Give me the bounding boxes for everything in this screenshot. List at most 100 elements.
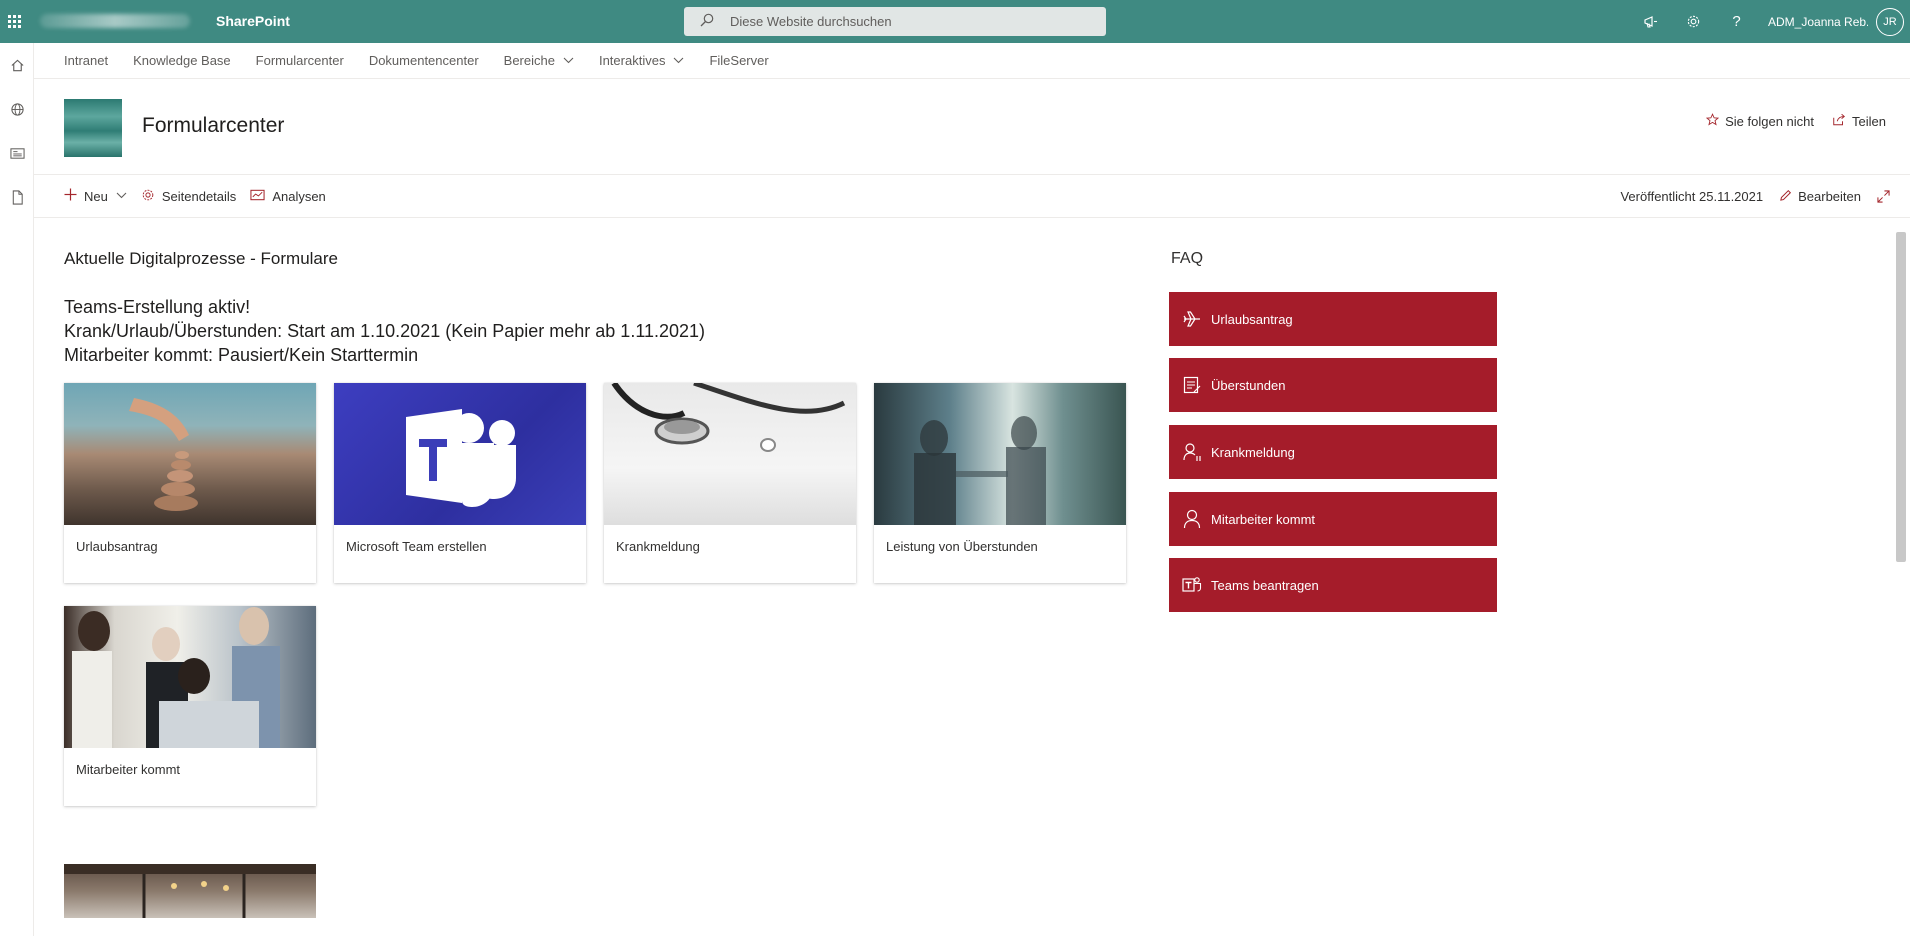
plus-icon xyxy=(64,188,77,204)
command-bar: Neu Seitendetails Analysen Veröffentlich… xyxy=(34,175,1910,218)
hubnav-item-fileserver[interactable]: FileServer xyxy=(709,53,768,68)
hubnav-item-label: FileServer xyxy=(709,53,769,68)
hubnav-item-label: Intranet xyxy=(64,53,109,68)
airplane-icon xyxy=(1181,310,1203,328)
hubnav-item-intranet[interactable]: Intranet xyxy=(64,53,108,68)
faq-button-label: Mitarbeiter kommt xyxy=(1211,511,1316,527)
faq-button-label: Überstunden xyxy=(1211,377,1286,393)
card-krankmeldung[interactable]: Krankmeldung xyxy=(604,380,856,583)
site-logo[interactable] xyxy=(64,99,122,157)
news-icon[interactable] xyxy=(0,131,34,175)
card-label: Leistung von Überstunden xyxy=(886,539,1038,554)
chevron-down-icon xyxy=(563,56,574,66)
announcement-line: Teams-Erstellung aktiv! xyxy=(64,297,251,317)
hubnav-item-bereiche[interactable]: Bereiche xyxy=(504,53,574,68)
hubnav-item-label: Dokumentencenter xyxy=(368,53,479,68)
person-icon xyxy=(1181,509,1203,529)
faq-title: FAQ xyxy=(1171,250,1204,267)
faq-button-teams-beantragen[interactable]: Teams beantragen xyxy=(1169,558,1497,612)
edit-label: Bearbeiten xyxy=(1798,189,1861,204)
card-image-stethoscope xyxy=(604,380,856,525)
section-title: Aktuelle Digitalprozesse - Formulare xyxy=(64,249,338,268)
card-label: Mitarbeiter kommt xyxy=(76,762,181,777)
analytics-label: Analysen xyxy=(272,188,326,204)
hub-navigation: Intranet Knowledge Base Formularcenter D… xyxy=(34,43,1910,79)
hubnav-item-knowledge-base[interactable]: Knowledge Base xyxy=(133,53,231,68)
chevron-down-icon xyxy=(116,191,127,201)
card-image-teams-logo xyxy=(334,383,586,525)
card-label: Krankmeldung xyxy=(616,539,700,554)
share-icon xyxy=(1832,113,1846,129)
card-image-coworkers xyxy=(64,606,316,748)
megaphone-icon[interactable] xyxy=(1629,0,1672,43)
card-image-stones xyxy=(64,383,316,525)
card-microsoft-team-erstellen[interactable]: Microsoft Team erstellen xyxy=(334,383,586,583)
announcement-text: Teams-Erstellung aktiv! Krank/Urlaub/Übe… xyxy=(64,295,705,367)
faq-button-label: Krankmeldung xyxy=(1211,444,1295,460)
waffle-icon xyxy=(7,15,21,28)
card-urlaubsantrag[interactable]: Urlaubsantrag xyxy=(64,383,316,583)
share-button[interactable]: Teilen xyxy=(1832,113,1886,129)
timesheet-icon xyxy=(1181,376,1203,394)
faq-button-label: Teams beantragen xyxy=(1211,577,1319,593)
chevron-down-icon xyxy=(673,56,684,66)
page-details-label: Seitendetails xyxy=(161,188,237,204)
search-box[interactable] xyxy=(684,7,1106,36)
user-name[interactable]: ADM_Joanna Reb... xyxy=(1768,15,1868,29)
gear-icon xyxy=(141,188,155,205)
share-label: Teilen xyxy=(1852,113,1886,129)
follow-button[interactable]: Sie folgen nicht xyxy=(1705,113,1815,129)
hubnav-item-label: Formularcenter xyxy=(255,53,344,68)
document-icon[interactable] xyxy=(0,175,34,219)
hubnav-item-formularcenter[interactable]: Formularcenter xyxy=(256,53,344,68)
avatar[interactable]: JR xyxy=(1876,7,1904,36)
site-header: Formularcenter Sie folgen nicht Teilen xyxy=(34,80,1910,175)
faq-button-urlaubsantrag[interactable]: Urlaubsantrag xyxy=(1169,292,1497,346)
search-icon xyxy=(700,13,720,30)
published-status: Veröffentlicht 25.11.2021 xyxy=(1620,189,1764,204)
analytics-button[interactable]: Analysen xyxy=(250,188,326,204)
announcement-line: Mitarbeiter kommt: Pausiert/Kein Startte… xyxy=(64,345,419,365)
page-scrollbar[interactable] xyxy=(1896,232,1906,562)
hubnav-item-dokumentencenter[interactable]: Dokumentencenter xyxy=(369,53,479,68)
card-label: Urlaubsantrag xyxy=(76,539,158,554)
card-label: Microsoft Team erstellen xyxy=(346,539,487,554)
expand-icon[interactable] xyxy=(1877,190,1890,203)
card-image-office xyxy=(64,864,316,918)
card-leistung-von-ueberstunden[interactable]: Leistung von Überstunden xyxy=(874,383,1126,583)
faq-button-mitarbeiter-kommt[interactable]: Mitarbeiter kommt xyxy=(1169,492,1497,546)
edit-button[interactable]: Bearbeiten xyxy=(1779,189,1861,205)
header-actions: Sie folgen nicht Teilen xyxy=(1688,113,1886,129)
card-partial[interactable] xyxy=(64,864,316,918)
organization-logo[interactable] xyxy=(40,14,190,28)
app-launcher-button[interactable] xyxy=(0,0,28,43)
analytics-icon xyxy=(250,188,265,204)
search-input[interactable] xyxy=(730,14,1090,29)
hubnav-item-interaktives[interactable]: Interaktives xyxy=(599,53,684,68)
app-name[interactable]: SharePoint xyxy=(216,13,290,29)
help-icon[interactable]: ? xyxy=(1715,0,1758,43)
card-mitarbeiter-kommt[interactable]: Mitarbeiter kommt xyxy=(64,606,316,806)
new-label: Neu xyxy=(84,188,108,204)
app-bar xyxy=(0,43,34,936)
command-bar-right: Veröffentlicht 25.11.2021 Bearbeiten xyxy=(1604,175,1890,218)
hubnav-item-label: Knowledge Base xyxy=(133,53,231,68)
new-button[interactable]: Neu xyxy=(64,188,127,204)
globe-icon[interactable] xyxy=(0,87,34,131)
page-title[interactable]: Formularcenter xyxy=(142,114,284,138)
card-image-handshake xyxy=(874,383,1126,525)
faq-button-ueberstunden[interactable]: Überstunden xyxy=(1169,358,1497,412)
page-details-button[interactable]: Seitendetails xyxy=(141,188,236,205)
pencil-icon xyxy=(1779,189,1792,205)
hubnav-item-label: Bereiche xyxy=(503,53,555,68)
faq-button-krankmeldung[interactable]: Krankmeldung xyxy=(1169,425,1497,479)
suite-bar: SharePoint ? ADM_Joanna Reb... JR xyxy=(0,0,1910,43)
star-icon xyxy=(1705,113,1720,129)
gear-icon[interactable] xyxy=(1672,0,1715,43)
suite-actions: ? ADM_Joanna Reb... JR xyxy=(1629,0,1910,43)
hubnav-item-label: Interaktives xyxy=(598,53,666,68)
person-sick-icon xyxy=(1181,442,1203,462)
home-icon[interactable] xyxy=(0,43,34,87)
faq-button-label: Urlaubsantrag xyxy=(1211,311,1293,327)
follow-label: Sie folgen nicht xyxy=(1725,113,1815,129)
